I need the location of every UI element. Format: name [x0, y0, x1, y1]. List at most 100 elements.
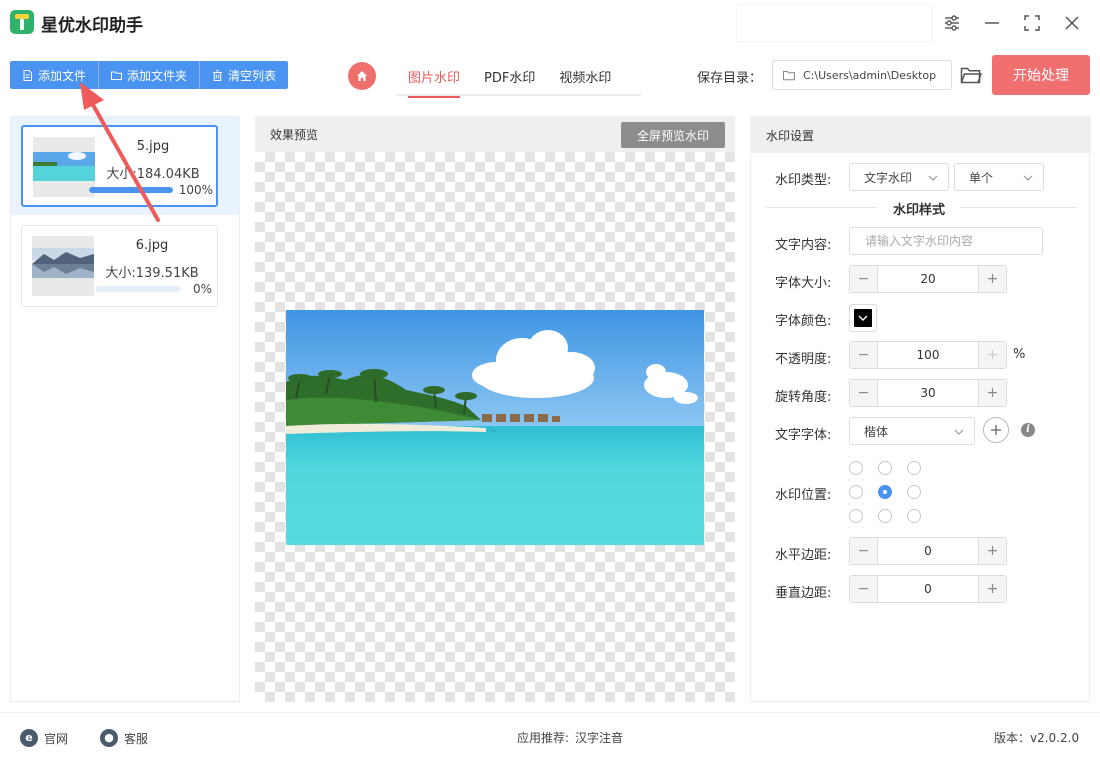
minimize-icon[interactable]	[979, 10, 1005, 36]
support-label: 客服	[124, 731, 149, 746]
fullscreen-preview-button[interactable]: 全屏预览水印	[621, 122, 725, 148]
increment-button[interactable]: +	[978, 266, 1006, 292]
settings-header: 水印设置	[751, 117, 1091, 153]
app-recommend: 应用推荐: 汉字注音	[517, 729, 623, 746]
font-size-stepper[interactable]: − 20 +	[849, 265, 1007, 293]
font-family-select[interactable]: 楷体	[849, 417, 975, 445]
preview-image: ···	[286, 310, 704, 545]
chevron-down-icon	[1023, 175, 1033, 181]
list-item[interactable]: 5.jpg 大小:184.04KB 100%	[11, 117, 239, 215]
maximize-icon[interactable]	[1019, 10, 1045, 36]
v-margin-value[interactable]: 0	[878, 576, 978, 602]
rotation-value[interactable]: 30	[878, 380, 978, 406]
preview-header: 效果预览 全屏预览水印	[255, 116, 735, 152]
v-margin-label: 垂直边距:	[775, 586, 832, 601]
file-card[interactable]: 5.jpg 大小:184.04KB 100%	[21, 125, 218, 207]
start-process-button[interactable]: 开始处理	[992, 55, 1090, 95]
increment-button[interactable]: +	[978, 576, 1006, 602]
font-color-label: 字体颜色:	[775, 314, 832, 329]
font-color-swatch	[854, 309, 872, 327]
folder-icon	[111, 71, 123, 80]
file-toolbar: 添加文件 添加文件夹 清空列表	[10, 61, 289, 89]
home-icon	[357, 71, 367, 81]
position-bottom-right[interactable]	[907, 509, 921, 523]
position-top-left[interactable]	[849, 461, 863, 475]
file-card[interactable]: 6.jpg 大小:139.51KB 0%	[21, 225, 218, 307]
increment-button[interactable]: +	[978, 538, 1006, 564]
file-list: 5.jpg 大小:184.04KB 100% 6.jpg 大小:139.51KB	[10, 116, 240, 702]
tab-image-watermark[interactable]: 图片水印	[396, 56, 472, 98]
list-item[interactable]: 6.jpg 大小:139.51KB 0%	[11, 217, 239, 315]
tab-video-watermark[interactable]: 视频水印	[547, 56, 623, 96]
recommend-app-link[interactable]: 汉字注音	[575, 729, 623, 746]
file-progress-bar	[89, 187, 173, 193]
decrement-button[interactable]: −	[850, 538, 878, 564]
decrement-button[interactable]: −	[850, 266, 878, 292]
save-dir-path: C:\Users\admin\Desktop	[803, 68, 937, 82]
file-thumbnail	[32, 236, 94, 296]
position-bottom-left[interactable]	[849, 509, 863, 523]
text-content-label: 文字内容:	[775, 238, 832, 253]
chevron-down-icon	[954, 429, 964, 435]
plus-icon	[991, 425, 1001, 435]
decrement-button[interactable]: −	[850, 342, 878, 368]
file-progress-fill	[89, 187, 173, 193]
position-bottom-center[interactable]	[878, 509, 892, 523]
v-margin-stepper[interactable]: − 0 +	[849, 575, 1007, 603]
support-link[interactable]: ● 客服	[100, 729, 148, 747]
add-folder-button[interactable]: 添加文件夹	[99, 61, 201, 89]
position-middle-right[interactable]	[907, 485, 921, 499]
increment-button[interactable]: +	[978, 380, 1006, 406]
opacity-unit: %	[1013, 347, 1026, 362]
preview-title: 效果预览	[270, 128, 319, 142]
file-thumbnail	[33, 137, 95, 197]
file-progress-label: 100%	[178, 183, 213, 197]
position-middle-center[interactable]	[878, 485, 892, 499]
file-progress-label: 0%	[192, 282, 212, 296]
add-font-button[interactable]	[983, 417, 1009, 443]
add-file-button[interactable]: 添加文件	[10, 61, 100, 89]
website-link[interactable]: e 官网	[20, 729, 68, 747]
h-margin-value[interactable]: 0	[878, 538, 978, 564]
position-top-right[interactable]	[907, 461, 921, 475]
add-folder-label: 添加文件夹	[127, 68, 188, 83]
watermark-type-select[interactable]: 文字水印	[849, 163, 949, 191]
watermark-type-label: 水印类型:	[775, 173, 832, 188]
position-middle-left[interactable]	[849, 485, 863, 499]
opacity-value[interactable]: 100	[878, 342, 978, 368]
clear-list-button[interactable]: 清空列表	[200, 61, 288, 89]
rotation-stepper[interactable]: − 30 +	[849, 379, 1007, 407]
home-button[interactable]	[348, 62, 376, 90]
font-size-value[interactable]: 20	[878, 266, 978, 292]
info-icon[interactable]: i	[1021, 423, 1035, 437]
position-label: 水印位置:	[775, 488, 832, 503]
position-top-center[interactable]	[878, 461, 892, 475]
browser-e-icon: e	[20, 729, 38, 747]
chat-bubble-icon: ●	[100, 729, 118, 747]
h-margin-label: 水平边距:	[775, 548, 832, 563]
opacity-label: 不透明度:	[775, 352, 832, 367]
file-name: 5.jpg	[136, 139, 170, 154]
browse-folder-icon[interactable]	[960, 65, 983, 85]
close-icon[interactable]	[1059, 10, 1085, 36]
version-text: 版本：v2.0.2.0	[994, 731, 1080, 745]
decrement-button[interactable]: −	[850, 576, 878, 602]
app-title: 星优水印助手	[41, 16, 143, 36]
file-name: 6.jpg	[135, 238, 169, 253]
watermark-mode-select[interactable]: 单个	[954, 163, 1044, 191]
font-color-picker[interactable]	[849, 304, 877, 332]
style-section-title: 水印样式	[877, 199, 962, 218]
increment-button[interactable]: +	[978, 342, 1006, 368]
watermark-text-input[interactable]	[849, 227, 1043, 255]
add-file-label: 添加文件	[38, 68, 87, 83]
rotation-label: 旋转角度:	[775, 390, 832, 405]
opacity-stepper[interactable]: − 100 +	[849, 341, 1007, 369]
tab-pdf-watermark[interactable]: PDF水印	[472, 56, 547, 96]
font-size-label: 字体大小:	[775, 276, 832, 291]
settings-sliders-icon[interactable]	[939, 10, 965, 36]
h-margin-stepper[interactable]: − 0 +	[849, 537, 1007, 565]
save-dir-field[interactable]: C:\Users\admin\Desktop	[772, 60, 952, 90]
font-family-value: 楷体	[864, 424, 889, 439]
chevron-down-icon	[858, 315, 868, 321]
decrement-button[interactable]: −	[850, 380, 878, 406]
